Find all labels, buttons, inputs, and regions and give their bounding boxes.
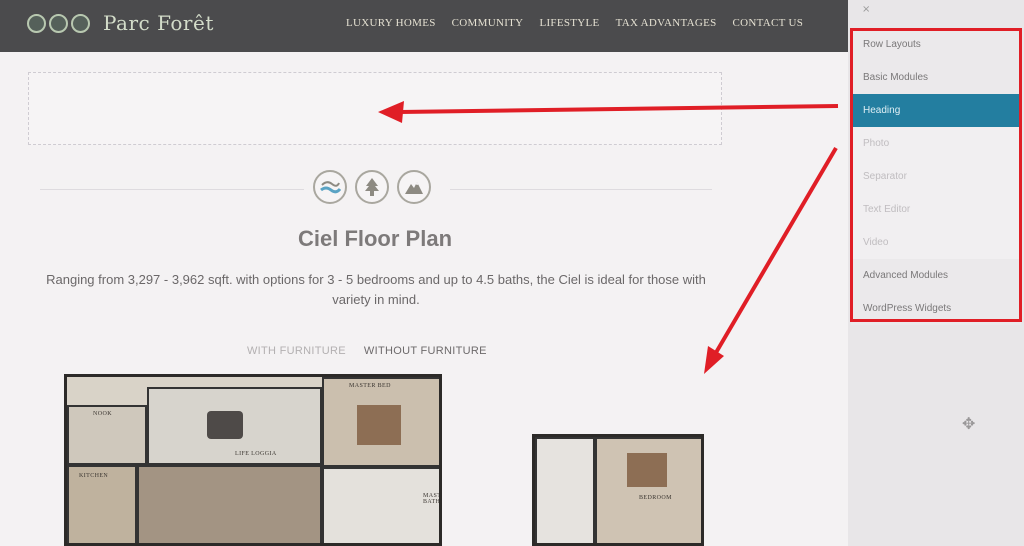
brand-name: Parc Forêt: [103, 11, 214, 35]
label-master-bed: MASTER BED: [349, 383, 391, 389]
menu-row-layouts[interactable]: Row Layouts: [851, 28, 1021, 61]
label-kitchen: KITCHEN: [79, 473, 109, 479]
module-heading[interactable]: Heading: [851, 94, 1021, 127]
label-nook: NOOK: [93, 411, 112, 417]
bed-icon: [357, 405, 401, 445]
floor-plan-description: Ranging from 3,297 - 3,962 sqft. with op…: [46, 272, 706, 307]
room-master-bath: [322, 467, 439, 543]
logo-circle-icon: [71, 13, 90, 33]
mountain-icon: [397, 170, 431, 204]
bed-icon: [627, 453, 667, 487]
label-master-bath: MASTER BATH: [423, 493, 442, 505]
logo-circle-icon: [27, 13, 46, 33]
page-title: Ciel Floor Plan: [297, 226, 453, 251]
nav-contact-us[interactable]: CONTACT US: [733, 17, 804, 29]
nav-tax-advantages[interactable]: TAX ADVANTAGES: [616, 17, 717, 29]
module-menu: Row Layouts Basic Modules Heading Photo …: [851, 28, 1021, 325]
logo-circle-icon: [49, 13, 68, 33]
river-icon: [313, 170, 347, 204]
menu-basic-modules[interactable]: Basic Modules: [851, 61, 1021, 94]
tree-icon: [355, 170, 389, 204]
module-photo[interactable]: Photo: [851, 127, 1021, 160]
menu-advanced-modules[interactable]: Advanced Modules: [851, 259, 1021, 292]
main-nav: LUXURY HOMES COMMUNITY LIFESTYLE TAX ADV…: [346, 17, 803, 29]
module-video[interactable]: Video: [851, 226, 1021, 259]
module-text-editor[interactable]: Text Editor: [851, 193, 1021, 226]
module-drop-zone[interactable]: [28, 72, 722, 145]
close-icon[interactable]: ×: [862, 4, 870, 15]
feature-icons: [313, 170, 431, 204]
room-living: [137, 465, 322, 543]
arrow-to-floor-plan: [712, 146, 838, 358]
dining-table-icon: [207, 411, 243, 439]
tab-without-furniture[interactable]: WITHOUT FURNITURE: [364, 345, 487, 357]
room-bath: [535, 437, 595, 543]
label-loggia: LIFE LOGGIA: [235, 451, 277, 457]
arrowhead-floor-plan: [704, 346, 724, 374]
top-navigation: Parc Forêt LUXURY HOMES COMMUNITY LIFEST…: [0, 0, 848, 52]
module-separator[interactable]: Separator: [851, 160, 1021, 193]
furniture-tabs: WITH FURNITURE WITHOUT FURNITURE: [247, 345, 487, 357]
divider-left: [40, 189, 304, 190]
tab-with-furniture[interactable]: WITH FURNITURE: [247, 345, 346, 357]
floor-plan-second: BEDROOM: [532, 434, 704, 546]
nav-luxury-homes[interactable]: LUXURY HOMES: [346, 17, 436, 29]
move-icon[interactable]: ✥: [962, 414, 975, 433]
floor-plan-main: NOOK LIFE LOGGIA KITCHEN MASTER BED MAST…: [64, 374, 442, 546]
brand-logo[interactable]: Parc Forêt: [27, 11, 214, 35]
label-bedroom: BEDROOM: [639, 495, 672, 501]
divider-right: [450, 189, 712, 190]
nav-lifestyle[interactable]: LIFESTYLE: [539, 17, 599, 29]
nav-community[interactable]: COMMUNITY: [452, 17, 524, 29]
menu-wordpress-widgets[interactable]: WordPress Widgets: [851, 292, 1021, 325]
